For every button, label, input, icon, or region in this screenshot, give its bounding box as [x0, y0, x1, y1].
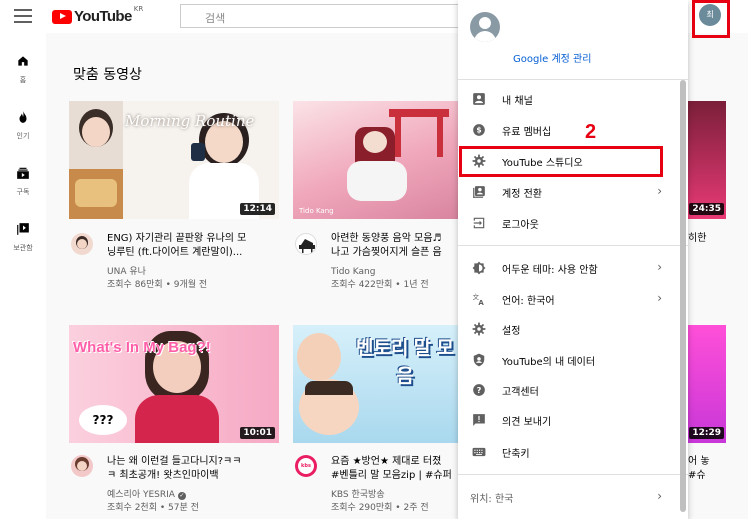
video-thumbnail[interactable]: Tido Kang — [293, 101, 458, 219]
menu-item-logout[interactable]: 로그아웃 — [458, 208, 680, 238]
account-avatar — [470, 12, 500, 42]
channel-avatar[interactable] — [71, 233, 93, 255]
chevron-right-icon: › — [657, 184, 662, 198]
video-thumbnail[interactable]: What's In My Bag?! ??? 10:01 — [69, 325, 279, 443]
video-meta: 예스리아 YESRIA ✓ 조회수 2천회 • 57분 전 — [107, 489, 199, 515]
video-title[interactable]: 아련한 동양풍 음악 모음♬ 나고 가슴찢어지게 슬픈 음 — [331, 232, 442, 260]
keyboard-icon — [472, 447, 486, 457]
logout-icon — [473, 217, 485, 229]
menu-item-switch-account[interactable]: 계정 전환 › — [458, 177, 680, 207]
search-placeholder: 검색 — [205, 12, 226, 25]
svg-text:?: ? — [477, 385, 482, 395]
manage-account-link[interactable]: Google 계정 관리 — [513, 50, 591, 65]
video-stats: 조회수 422만회 • 1년 전 — [331, 280, 429, 290]
settings-icon — [472, 322, 486, 336]
video-title-partial[interactable]: 어 놓 #슈 — [688, 455, 710, 483]
menu-item-settings[interactable]: 설정 — [458, 314, 680, 344]
trending-icon — [19, 111, 27, 123]
menu-item-dark-theme[interactable]: 어두운 테마: 사용 안함 › — [458, 253, 680, 283]
chevron-right-icon: › — [657, 260, 662, 274]
video-thumbnail[interactable]: Morning Routine 12:14 — [69, 101, 279, 219]
menu-item-language[interactable]: 文A 언어: 한국어 › — [458, 284, 680, 314]
video-meta: KBS 한국방송 조회수 290만회 • 2주 전 — [331, 489, 429, 515]
annotation-box-1 — [692, 0, 730, 38]
sidebar-item-subscriptions[interactable]: 구독 — [0, 165, 46, 197]
menu-item-my-channel[interactable]: 내 채널 — [458, 84, 680, 114]
translate-icon: 文A — [473, 292, 485, 306]
duration-badge: 12:14 — [240, 203, 275, 215]
video-meta: Tido Kang 조회수 422만회 • 1년 전 — [331, 266, 429, 292]
video-stats: 조회수 290만회 • 2주 전 — [331, 503, 429, 513]
subscriptions-icon — [17, 167, 29, 179]
menu-item-help[interactable]: ? 고객센터 — [458, 375, 680, 405]
piano-icon — [299, 239, 315, 253]
video-thumbnail-partial[interactable]: 12:29 — [688, 325, 726, 443]
video-meta: UNA 유나 조회수 86만회 • 9개월 전 — [107, 266, 207, 292]
section-title: 맞춤 동영상 — [73, 67, 142, 83]
menu-item-feedback[interactable]: 의견 보내기 — [458, 405, 680, 435]
annotation-marker-2: 2 — [585, 121, 597, 143]
channel-avatar[interactable] — [295, 233, 317, 255]
youtube-logo[interactable]: YouTube KR — [52, 5, 143, 25]
video-stats: 조회수 2천회 • 57분 전 — [107, 503, 199, 513]
library-icon — [17, 223, 29, 235]
thumb-overlay-text: Tido Kang — [299, 207, 334, 215]
svg-text:$: $ — [476, 126, 481, 135]
channel-name: Tido Kang — [331, 267, 376, 277]
switch-account-icon — [473, 186, 485, 198]
thumb-overlay-text: 벤토리 말 모음 — [356, 338, 454, 387]
video-stats: 조회수 86만회 • 9개월 전 — [107, 280, 208, 290]
channel-name: UNA 유나 — [107, 267, 146, 277]
video-thumbnail[interactable]: 벤토리 말 모음 — [293, 325, 458, 443]
sidebar-item-home[interactable]: 홈 — [0, 53, 46, 85]
channel-avatar[interactable]: kbs — [295, 455, 317, 477]
thumb-overlay-text: What's In My Bag?! — [73, 339, 211, 356]
menu-scrollbar[interactable] — [680, 80, 686, 512]
menu-item-shortcuts[interactable]: 단축키 — [458, 437, 680, 467]
chevron-right-icon: › — [657, 291, 662, 305]
dollar-icon: $ — [473, 124, 485, 136]
duration-badge: 24:35 — [689, 203, 724, 215]
channel-name: 예스리아 YESRIA — [107, 490, 175, 500]
thumb-photo-left — [69, 101, 123, 219]
video-title-partial[interactable]: 히한 — [688, 232, 706, 246]
video-title[interactable]: ENG) 자기관리 끝판왕 유나의 모 닝루틴 (ft.다이어트 계란말이)..… — [107, 232, 246, 260]
video-title[interactable]: 요즘 ★방언★ 제대로 터졌 #벤틀리 말 모음zip | #슈퍼 — [331, 455, 452, 483]
video-title[interactable]: 나는 왜 이런걸 들고다니지?ㅋㅋ ㅋ 최초공개! 왓츠인마이백 — [107, 455, 241, 483]
person-icon — [473, 93, 485, 105]
sidebar-item-trending[interactable]: 인기 — [0, 109, 46, 141]
verified-icon: ✓ — [177, 492, 186, 500]
theme-icon — [472, 261, 486, 275]
thumb-overlay-text: Morning Routine — [125, 112, 255, 130]
account-menu: Google 계정 관리 내 채널 $ 유료 멤버십 YouTube 스튜디오 … — [458, 0, 688, 519]
channel-name: KBS 한국방송 — [331, 490, 385, 500]
feedback-icon — [473, 414, 485, 426]
help-icon: ? — [473, 384, 485, 396]
youtube-play-icon — [52, 9, 72, 24]
channel-avatar[interactable] — [71, 455, 93, 477]
menu-icon[interactable] — [14, 9, 32, 23]
search-input[interactable]: 검색 — [180, 4, 480, 28]
video-thumbnail-partial[interactable]: 24:35 — [688, 101, 726, 219]
sidebar-item-library[interactable]: 보관함 — [0, 221, 46, 253]
annotation-box-2 — [459, 146, 663, 177]
duration-badge: 12:29 — [689, 427, 724, 439]
menu-item-your-data[interactable]: YouTube의 내 데이터 — [458, 345, 680, 375]
duration-badge: 10:01 — [240, 427, 275, 439]
svg-text:A: A — [478, 299, 484, 306]
sidebar: 홈 인기 구독 보관함 — [0, 33, 46, 519]
home-icon — [18, 56, 28, 66]
shield-icon — [473, 353, 485, 367]
menu-item-paid-memberships[interactable]: $ 유료 멤버십 — [458, 115, 680, 145]
menu-item-location[interactable]: 위치: 한국 › — [458, 482, 680, 512]
chevron-right-icon: › — [657, 489, 662, 503]
